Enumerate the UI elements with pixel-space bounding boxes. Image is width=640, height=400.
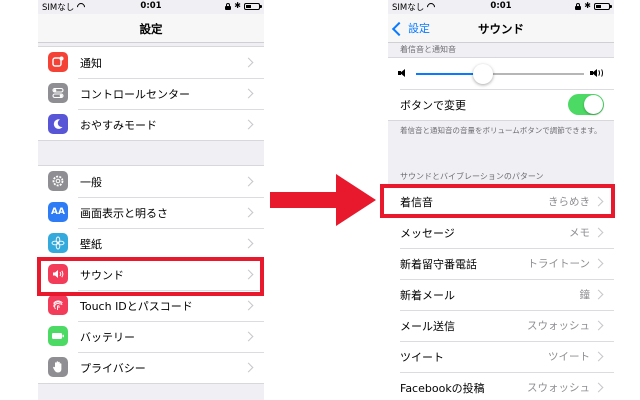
settings-group-1: 通知 コントロールセンター おやすみモード <box>38 46 264 141</box>
settings-item-label: 通知 <box>80 56 102 70</box>
page-title: 設定 <box>139 22 163 36</box>
settings-item-notifications[interactable]: 通知 <box>38 47 264 78</box>
volume-low-icon <box>398 68 408 78</box>
sound-row-label: 新着留守番電話 <box>400 257 477 271</box>
wallpaper-icon <box>48 233 68 253</box>
rotation-lock-icon <box>225 2 232 10</box>
sound-row-message[interactable]: メッセージ メモ <box>388 217 614 248</box>
sound-row-new-mail[interactable]: 新着メール 鐘 <box>388 279 614 310</box>
battery-status-icon <box>244 2 262 10</box>
change-with-buttons-row: ボタンで変更 <box>388 89 614 120</box>
fingerprint-icon <box>48 295 68 315</box>
control-center-icon <box>48 83 68 103</box>
chevron-right-icon <box>243 57 254 68</box>
page-title: サウンド <box>478 22 524 36</box>
settings-item-general[interactable]: 一般 <box>38 166 264 197</box>
display-brightness-icon: AA <box>48 202 68 222</box>
highlight-box-ringtone <box>380 184 615 218</box>
sound-row-sent-mail[interactable]: メール送信 スウォッシュ <box>388 310 614 341</box>
highlight-box-sounds <box>37 257 264 296</box>
navigation-bar: 設定 サウンド <box>388 14 614 43</box>
bluetooth-icon: ✱ <box>234 1 241 10</box>
sound-row-label: メッセージ <box>400 226 455 240</box>
bluetooth-icon: ✱ <box>584 1 591 10</box>
status-bar: SIMなし 0:01 ✱ <box>38 0 264 14</box>
settings-item-label: プライバシー <box>80 361 146 375</box>
volume-high-icon <box>590 68 603 78</box>
sound-row-label: ツイート <box>400 350 444 364</box>
sound-row-label: Facebookの投稿 <box>400 381 485 395</box>
sound-row-value: 鐘 <box>579 289 591 301</box>
settings-screen: SIMなし 0:01 ✱ 設定 通知 コントロールセンター おやすみモード 一般… <box>38 0 264 400</box>
battery-status-icon <box>594 2 612 10</box>
sound-row-value: スウォッシュ <box>527 382 590 394</box>
navigation-bar: 設定 <box>38 14 264 43</box>
hand-icon <box>48 357 68 377</box>
settings-item-do-not-disturb[interactable]: おやすみモード <box>38 109 264 140</box>
settings-item-control-center[interactable]: コントロールセンター <box>38 78 264 109</box>
sound-row-label: メール送信 <box>400 319 455 333</box>
settings-item-wallpaper[interactable]: 壁紙 <box>38 228 264 259</box>
change-with-buttons-label: ボタンで変更 <box>400 98 466 112</box>
settings-item-label: 画面表示と明るさ <box>80 206 168 220</box>
battery-icon <box>48 326 68 346</box>
change-with-buttons-toggle[interactable] <box>568 94 604 115</box>
settings-item-privacy[interactable]: プライバシー <box>38 352 264 383</box>
sound-row-label: 新着メール <box>400 288 455 302</box>
moon-icon <box>48 114 68 134</box>
sound-row-tweet[interactable]: ツイート ツイート <box>388 341 614 372</box>
chevron-right-icon <box>243 176 254 187</box>
status-bar: SIMなし 0:01 ✱ <box>388 0 614 14</box>
sound-row-value: トライトーン <box>527 258 590 270</box>
footnote: 着信音と通知音の音量をボリュームボタンで調節できます。 <box>400 126 602 135</box>
sound-row-facebook[interactable]: Facebookの投稿 スウォッシュ <box>388 372 614 400</box>
sound-row-value: メモ <box>569 227 590 239</box>
sound-row-value: ツイート <box>548 351 590 363</box>
section-header-patterns: サウンドとバイブレーションのパターン <box>400 172 544 181</box>
sound-row-value: スウォッシュ <box>527 320 590 332</box>
notifications-icon <box>48 52 68 72</box>
sound-row-voicemail[interactable]: 新着留守番電話 トライトーン <box>388 248 614 279</box>
volume-slider-knob[interactable] <box>473 64 494 84</box>
rotation-lock-icon <box>575 2 582 10</box>
section-header-ringer: 着信音と通知音 <box>400 45 456 54</box>
settings-item-battery[interactable]: バッテリー <box>38 321 264 352</box>
settings-item-label: 壁紙 <box>80 237 102 251</box>
settings-item-label: コントロールセンター <box>80 87 190 101</box>
settings-item-label: バッテリー <box>80 330 135 344</box>
ringer-group: ボタンで変更 <box>388 57 614 121</box>
volume-slider-row <box>388 58 614 89</box>
settings-item-display-brightness[interactable]: AA 画面表示と明るさ <box>38 197 264 228</box>
gear-icon <box>48 171 68 191</box>
settings-item-label: 一般 <box>80 175 102 189</box>
settings-item-label: おやすみモード <box>80 118 157 132</box>
red-arrow-icon <box>270 174 376 226</box>
volume-slider[interactable] <box>416 64 584 84</box>
